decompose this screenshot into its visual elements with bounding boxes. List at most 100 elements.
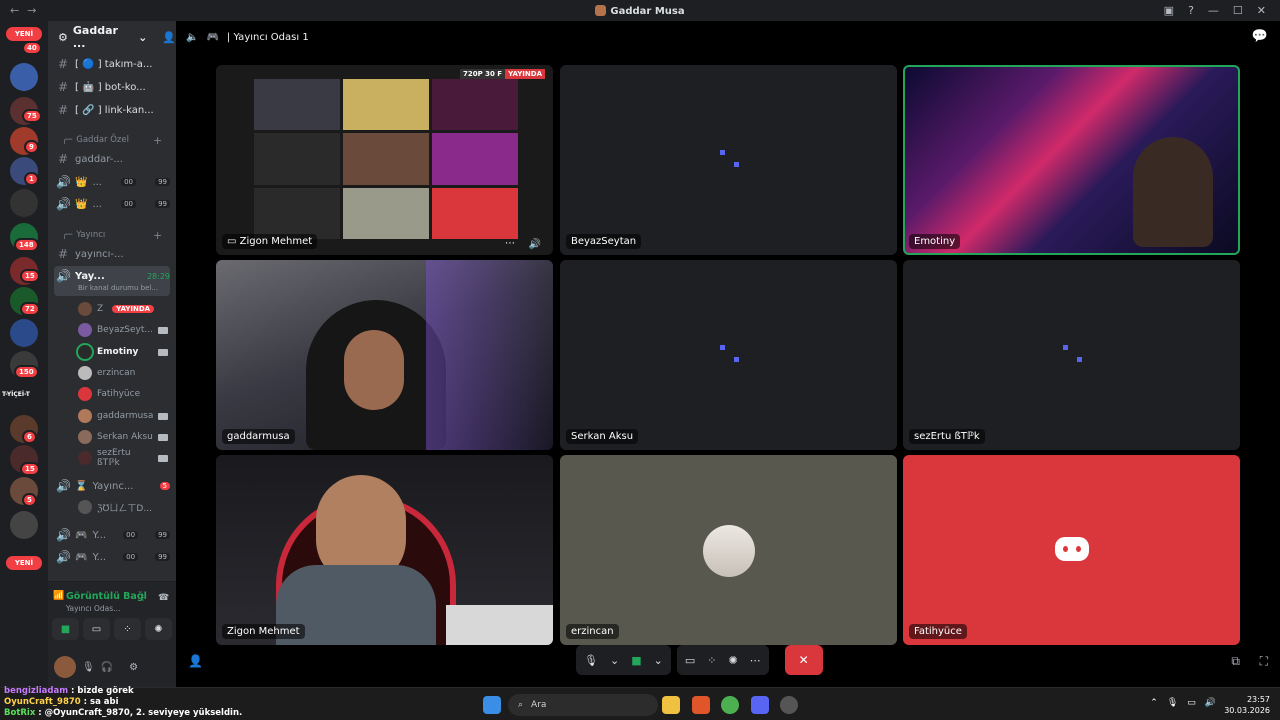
channel-item[interactable]: #[ 🤖 ] bot-ko... xyxy=(56,78,170,96)
add-channel-icon[interactable]: + xyxy=(153,229,162,242)
more-options-icon[interactable]: ⋯ xyxy=(750,654,761,667)
minimize-icon[interactable]: — xyxy=(1208,4,1219,17)
brave-icon[interactable] xyxy=(692,696,710,714)
video-tile[interactable]: gaddarmusa xyxy=(216,260,553,450)
voice-channel-item[interactable]: 🔊 ⌛ Yayınc... 5 xyxy=(56,477,170,495)
server-icon[interactable] xyxy=(10,63,38,91)
connection-status: Görüntülü Bağl xyxy=(66,591,147,602)
voice-channel-item[interactable]: 🔊 🎮 Y... 00 99 xyxy=(56,548,170,566)
speaker-icon: 🔊 xyxy=(56,528,71,542)
connected-channel[interactable]: Yayıncı Odas... xyxy=(66,604,120,613)
voice-member[interactable]: Z YAYINDA xyxy=(78,300,168,318)
text-server-icon[interactable]: T-YİÇEİ-T xyxy=(2,391,30,398)
signal-icon[interactable]: 📶 xyxy=(53,591,64,601)
speaker-icon: 🔊 xyxy=(56,269,71,283)
volume-icon[interactable]: 🔊 xyxy=(529,239,541,250)
voice-channel-item[interactable]: 🔊 👑... 00 99 xyxy=(56,173,170,191)
chat-icon[interactable]: 💬 xyxy=(1252,29,1268,44)
invite-icon[interactable]: 👤 xyxy=(162,31,176,44)
category-gaddar-ozel[interactable]: ╭─ Gaddar Özel + xyxy=(62,134,162,147)
server-logo-icon xyxy=(595,4,607,16)
windows-start-icon[interactable] xyxy=(483,696,501,714)
display-icon[interactable]: ▭ xyxy=(1187,698,1196,708)
microphone-icon[interactable]: 🎙 xyxy=(584,654,598,667)
microphone-icon[interactable]: 🎙 xyxy=(1167,698,1178,708)
channel-status[interactable]: Bir kanal durumu bel... xyxy=(78,284,158,292)
video-tile[interactable]: Fatihyüce xyxy=(903,455,1240,645)
stream-quality-badge: 720P 30 F xyxy=(459,69,506,79)
chevron-up-icon[interactable]: ⌃ xyxy=(1150,698,1158,708)
help-icon[interactable]: ? xyxy=(1188,4,1194,17)
screen-share-icon[interactable]: ▭ xyxy=(685,654,695,667)
leave-call-button[interactable]: ✕ xyxy=(784,645,823,675)
soundboard-button[interactable]: ✺ xyxy=(145,618,172,640)
disconnect-icon[interactable]: ☎ xyxy=(158,593,169,603)
video-tile[interactable]: erzincan xyxy=(560,455,897,645)
chrome-icon[interactable] xyxy=(721,696,739,714)
camera-icon[interactable]: ■ xyxy=(631,654,641,667)
volume-icon[interactable]: 🔊 xyxy=(1205,698,1216,708)
server-icon[interactable] xyxy=(10,511,38,539)
screen-share-button[interactable]: ▭ xyxy=(83,618,110,640)
voice-member[interactable]: Emotiny xyxy=(78,343,168,361)
voice-member[interactable]: sezErtu ßTℙk xyxy=(78,448,168,468)
voice-channel-item[interactable]: 🔊 🎮 Y... 00 99 xyxy=(56,526,170,544)
voice-member[interactable]: Fatihyüce xyxy=(78,385,168,403)
category-yayinci[interactable]: ╭─ Yayıncı + xyxy=(62,229,162,242)
taskbar-clock[interactable]: 23:57 30.03.2026 xyxy=(1224,694,1270,716)
maximize-icon[interactable]: ☐ xyxy=(1233,4,1243,17)
fullscreen-icon[interactable]: ⛶ xyxy=(1260,654,1268,669)
participant-name: sezErtu ßTℙk xyxy=(909,429,985,444)
server-header[interactable]: ⚙ Gaddar ... ⌄ 👤 xyxy=(48,21,176,53)
stream-chat-overlay: bengizliadam : bizde görek OyunCraft_987… xyxy=(0,686,300,720)
channel-item[interactable]: # gaddar-... xyxy=(56,150,170,168)
add-channel-icon[interactable]: + xyxy=(153,134,162,147)
headphones-icon[interactable]: 🎧 xyxy=(101,662,113,673)
voice-channel-item[interactable]: 🔊 👑... 00 99 xyxy=(56,195,170,213)
user-avatar[interactable] xyxy=(54,656,76,678)
server-icon[interactable] xyxy=(10,319,38,347)
activities-button[interactable]: ⁘ xyxy=(114,618,141,640)
voice-member[interactable]: Serkan Aksu xyxy=(78,428,168,446)
call-controls: 🎙 ⌄ ■ ⌄ ▭ ⁘ ✺ ⋯ ✕ xyxy=(576,645,876,677)
participant-name: Fatihyüce xyxy=(909,624,967,639)
video-tile[interactable]: Serkan Aksu xyxy=(560,260,897,450)
chevron-down-icon[interactable]: ⌄ xyxy=(610,654,619,667)
video-tile[interactable]: sezErtu ßTℙk xyxy=(903,260,1240,450)
server-rail: YENİ 40 75 9 1 148 15 72 150 T-YİÇEİ-T 6… xyxy=(0,21,48,687)
new-unread-pill[interactable]: YENİ xyxy=(6,27,42,41)
voice-member[interactable]: ℨ℧ㄩㄥㄒD... xyxy=(78,498,168,516)
video-tile[interactable]: Zigon Mehmet xyxy=(216,455,553,645)
discord-icon[interactable] xyxy=(751,696,769,714)
popout-icon[interactable]: ⧉ xyxy=(1231,654,1240,669)
chevron-down-icon[interactable]: ⌄ xyxy=(654,654,663,667)
close-icon[interactable]: ✕ xyxy=(1257,4,1266,17)
taskbar-search[interactable]: ⌕ Ara xyxy=(508,694,658,716)
soundboard-icon[interactable]: ✺ xyxy=(728,654,737,667)
video-tile[interactable]: 720P 30 F YAYINDA ▭ Zigon Mehmet ⋯ 🔊 xyxy=(216,65,553,255)
mention-badge: 75 xyxy=(22,109,42,123)
title-bar: ← → Gaddar Musa ▣ ? — ☐ ✕ xyxy=(0,0,1280,21)
new-unread-pill[interactable]: YENİ xyxy=(6,556,42,570)
voice-member[interactable]: BeyazSeyt... xyxy=(78,321,168,339)
more-options-icon[interactable]: ⋯ xyxy=(505,238,515,249)
voice-member[interactable]: erzincan xyxy=(78,364,168,382)
camera-toggle-button[interactable]: ■ xyxy=(52,618,79,640)
video-tile[interactable]: BeyazSeytan xyxy=(560,65,897,255)
speaker-icon: 🔊 xyxy=(56,197,71,211)
gear-icon[interactable]: ⚙ xyxy=(129,662,138,673)
steam-icon[interactable] xyxy=(780,696,798,714)
file-explorer-icon[interactable] xyxy=(662,696,680,714)
activities-icon[interactable]: ⁘ xyxy=(707,654,716,667)
video-tile[interactable]: Emotiny xyxy=(903,65,1240,255)
noise-suppression-icon[interactable]: ⫶ xyxy=(142,594,144,604)
channel-item[interactable]: #[ 🔗 ] link-kan... xyxy=(56,101,170,119)
inbox-icon[interactable]: ▣ xyxy=(1164,4,1174,17)
microphone-icon[interactable]: 🎙 xyxy=(82,662,95,673)
invite-user-icon[interactable]: 👤 xyxy=(188,654,203,668)
channel-item[interactable]: #[ 🔵 ] takım-a... xyxy=(56,55,170,73)
active-voice-channel-label[interactable]: 🔊 Yay... 28:29 xyxy=(56,267,170,285)
channel-item[interactable]: # yayıncı-... xyxy=(56,245,170,263)
voice-member[interactable]: gaddarmusa xyxy=(78,407,168,425)
server-icon[interactable] xyxy=(10,189,38,217)
